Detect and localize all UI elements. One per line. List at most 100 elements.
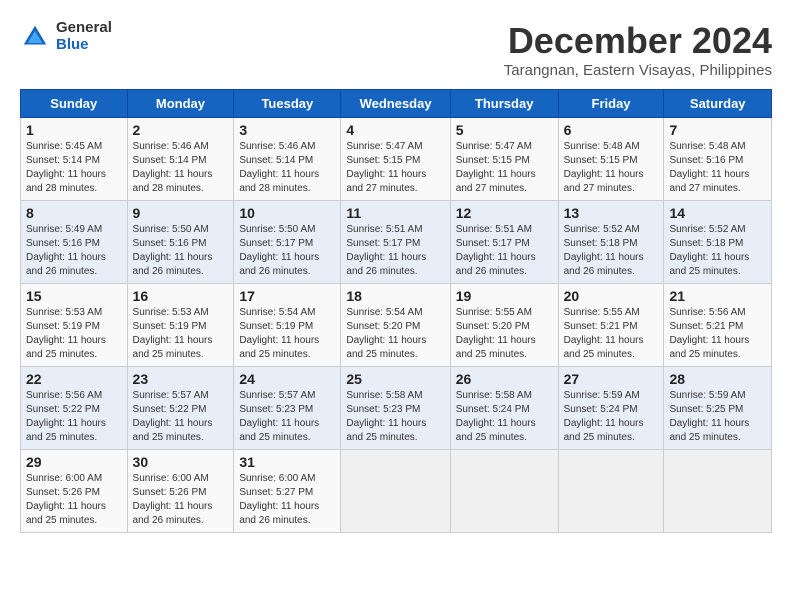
day-detail: Sunrise: 5:50 AM Sunset: 5:17 PM Dayligh… xyxy=(239,223,335,279)
day-number: 4 xyxy=(346,122,444,138)
calendar-day-cell: 1 Sunrise: 5:45 AM Sunset: 5:14 PM Daylig… xyxy=(21,118,128,201)
calendar-day-cell: 16 Sunrise: 5:53 AM Sunset: 5:19 PM Dayli… xyxy=(127,284,234,367)
day-detail: Sunrise: 5:51 AM Sunset: 5:17 PM Dayligh… xyxy=(346,223,444,279)
calendar-day-cell: 9 Sunrise: 5:50 AM Sunset: 5:16 PM Daylig… xyxy=(127,201,234,284)
calendar-day-cell: 12 Sunrise: 5:51 AM Sunset: 5:17 PM Dayli… xyxy=(450,201,558,284)
day-of-week-header: Monday xyxy=(127,90,234,118)
subtitle: Tarangnan, Eastern Visayas, Philippines xyxy=(504,62,772,79)
day-number: 23 xyxy=(133,371,229,387)
calendar-day-cell: 14 Sunrise: 5:52 AM Sunset: 5:18 PM Dayli… xyxy=(664,201,772,284)
calendar-day-cell: 17 Sunrise: 5:54 AM Sunset: 5:19 PM Dayli… xyxy=(234,284,341,367)
calendar-day-cell: 15Sunrise: 5:53 AM Sunset: 5:19 PM Dayli… xyxy=(21,284,128,367)
day-detail: Sunrise: 5:52 AM Sunset: 5:18 PM Dayligh… xyxy=(564,223,659,279)
calendar-day-cell: 23 Sunrise: 5:57 AM Sunset: 5:22 PM Dayli… xyxy=(127,367,234,450)
calendar-week-row: 1 Sunrise: 5:45 AM Sunset: 5:14 PM Daylig… xyxy=(21,118,772,201)
day-detail: Sunrise: 5:53 AM Sunset: 5:19 PM Dayligh… xyxy=(26,306,122,362)
day-detail: Sunrise: 5:50 AM Sunset: 5:16 PM Dayligh… xyxy=(133,223,229,279)
day-detail: Sunrise: 5:47 AM Sunset: 5:15 PM Dayligh… xyxy=(456,140,553,196)
calendar-day-cell: 6Sunrise: 5:48 AM Sunset: 5:15 PM Daylig… xyxy=(558,118,664,201)
day-number: 30 xyxy=(133,454,229,470)
day-number: 22 xyxy=(26,371,122,387)
day-of-week-header: Sunday xyxy=(21,90,128,118)
day-of-week-header: Tuesday xyxy=(234,90,341,118)
calendar-day-cell: 30 Sunrise: 6:00 AM Sunset: 5:26 PM Dayli… xyxy=(127,450,234,533)
day-detail: Sunrise: 6:00 AM Sunset: 5:27 PM Dayligh… xyxy=(239,472,335,528)
day-detail: Sunrise: 5:48 AM Sunset: 5:16 PM Dayligh… xyxy=(669,140,766,196)
calendar-day-cell: 20 Sunrise: 5:55 AM Sunset: 5:21 PM Dayli… xyxy=(558,284,664,367)
day-number: 24 xyxy=(239,371,335,387)
day-of-week-header: Friday xyxy=(558,90,664,118)
calendar-week-row: 15Sunrise: 5:53 AM Sunset: 5:19 PM Dayli… xyxy=(21,284,772,367)
day-of-week-header: Thursday xyxy=(450,90,558,118)
day-number: 1 xyxy=(26,122,122,138)
day-detail: Sunrise: 5:57 AM Sunset: 5:23 PM Dayligh… xyxy=(239,389,335,445)
day-number: 28 xyxy=(669,371,766,387)
day-detail: Sunrise: 5:51 AM Sunset: 5:17 PM Dayligh… xyxy=(456,223,553,279)
calendar-day-cell: 22 Sunrise: 5:56 AM Sunset: 5:22 PM Dayli… xyxy=(21,367,128,450)
day-number: 20 xyxy=(564,288,659,304)
day-number: 5 xyxy=(456,122,553,138)
calendar-day-cell: 8 Sunrise: 5:49 AM Sunset: 5:16 PM Daylig… xyxy=(21,201,128,284)
day-number: 9 xyxy=(133,205,229,221)
day-detail: Sunrise: 5:57 AM Sunset: 5:22 PM Dayligh… xyxy=(133,389,229,445)
day-detail: Sunrise: 5:45 AM Sunset: 5:14 PM Dayligh… xyxy=(26,140,122,196)
day-number: 3 xyxy=(239,122,335,138)
day-number: 27 xyxy=(564,371,659,387)
day-of-week-header: Wednesday xyxy=(341,90,450,118)
day-number: 17 xyxy=(239,288,335,304)
day-detail: Sunrise: 5:58 AM Sunset: 5:24 PM Dayligh… xyxy=(456,389,553,445)
calendar-day-cell xyxy=(450,450,558,533)
day-number: 16 xyxy=(133,288,229,304)
calendar-day-cell: 19Sunrise: 5:55 AM Sunset: 5:20 PM Dayli… xyxy=(450,284,558,367)
page-header: General Blue December 2024 Tarangnan, Ea… xyxy=(20,20,772,79)
calendar-day-cell xyxy=(664,450,772,533)
calendar-day-cell xyxy=(558,450,664,533)
day-detail: Sunrise: 5:58 AM Sunset: 5:23 PM Dayligh… xyxy=(346,389,444,445)
day-detail: Sunrise: 5:47 AM Sunset: 5:15 PM Dayligh… xyxy=(346,140,444,196)
day-detail: Sunrise: 5:59 AM Sunset: 5:24 PM Dayligh… xyxy=(564,389,659,445)
day-detail: Sunrise: 5:56 AM Sunset: 5:22 PM Dayligh… xyxy=(26,389,122,445)
calendar-day-cell: 7 Sunrise: 5:48 AM Sunset: 5:16 PM Daylig… xyxy=(664,118,772,201)
day-number: 13 xyxy=(564,205,659,221)
day-detail: Sunrise: 5:48 AM Sunset: 5:15 PM Dayligh… xyxy=(564,140,659,196)
calendar-day-cell: 5 Sunrise: 5:47 AM Sunset: 5:15 PM Daylig… xyxy=(450,118,558,201)
day-number: 8 xyxy=(26,205,122,221)
calendar-table: SundayMondayTuesdayWednesdayThursdayFrid… xyxy=(20,89,772,533)
day-number: 18 xyxy=(346,288,444,304)
day-number: 7 xyxy=(669,122,766,138)
day-detail: Sunrise: 5:55 AM Sunset: 5:21 PM Dayligh… xyxy=(564,306,659,362)
calendar-day-cell: 13 Sunrise: 5:52 AM Sunset: 5:18 PM Dayli… xyxy=(558,201,664,284)
calendar-week-row: 29 Sunrise: 6:00 AM Sunset: 5:26 PM Dayli… xyxy=(21,450,772,533)
calendar-day-cell: 27 Sunrise: 5:59 AM Sunset: 5:24 PM Dayli… xyxy=(558,367,664,450)
day-number: 29 xyxy=(26,454,122,470)
day-number: 2 xyxy=(133,122,229,138)
calendar-day-cell: 18 Sunrise: 5:54 AM Sunset: 5:20 PM Dayli… xyxy=(341,284,450,367)
day-detail: Sunrise: 5:59 AM Sunset: 5:25 PM Dayligh… xyxy=(669,389,766,445)
day-detail: Sunrise: 5:54 AM Sunset: 5:19 PM Dayligh… xyxy=(239,306,335,362)
calendar-day-cell: 11 Sunrise: 5:51 AM Sunset: 5:17 PM Dayli… xyxy=(341,201,450,284)
day-number: 31 xyxy=(239,454,335,470)
main-title: December 2024 xyxy=(504,20,772,62)
calendar-day-cell: 2Sunrise: 5:46 AM Sunset: 5:14 PM Daylig… xyxy=(127,118,234,201)
day-number: 26 xyxy=(456,371,553,387)
logo-blue: Blue xyxy=(56,37,112,54)
day-number: 19 xyxy=(456,288,553,304)
day-detail: Sunrise: 5:54 AM Sunset: 5:20 PM Dayligh… xyxy=(346,306,444,362)
calendar-day-cell: 26 Sunrise: 5:58 AM Sunset: 5:24 PM Dayli… xyxy=(450,367,558,450)
day-detail: Sunrise: 6:00 AM Sunset: 5:26 PM Dayligh… xyxy=(133,472,229,528)
title-area: December 2024 Tarangnan, Eastern Visayas… xyxy=(504,20,772,79)
calendar-day-cell: 10Sunrise: 5:50 AM Sunset: 5:17 PM Dayli… xyxy=(234,201,341,284)
day-detail: Sunrise: 6:00 AM Sunset: 5:26 PM Dayligh… xyxy=(26,472,122,528)
calendar-day-cell: 4 Sunrise: 5:47 AM Sunset: 5:15 PM Daylig… xyxy=(341,118,450,201)
day-detail: Sunrise: 5:49 AM Sunset: 5:16 PM Dayligh… xyxy=(26,223,122,279)
day-number: 12 xyxy=(456,205,553,221)
day-number: 25 xyxy=(346,371,444,387)
calendar-day-cell xyxy=(341,450,450,533)
day-number: 11 xyxy=(346,205,444,221)
day-detail: Sunrise: 5:52 AM Sunset: 5:18 PM Dayligh… xyxy=(669,223,766,279)
day-number: 14 xyxy=(669,205,766,221)
logo-icon xyxy=(20,22,50,52)
day-of-week-header: Saturday xyxy=(664,90,772,118)
calendar-day-cell: 31 Sunrise: 6:00 AM Sunset: 5:27 PM Dayli… xyxy=(234,450,341,533)
day-detail: Sunrise: 5:53 AM Sunset: 5:19 PM Dayligh… xyxy=(133,306,229,362)
